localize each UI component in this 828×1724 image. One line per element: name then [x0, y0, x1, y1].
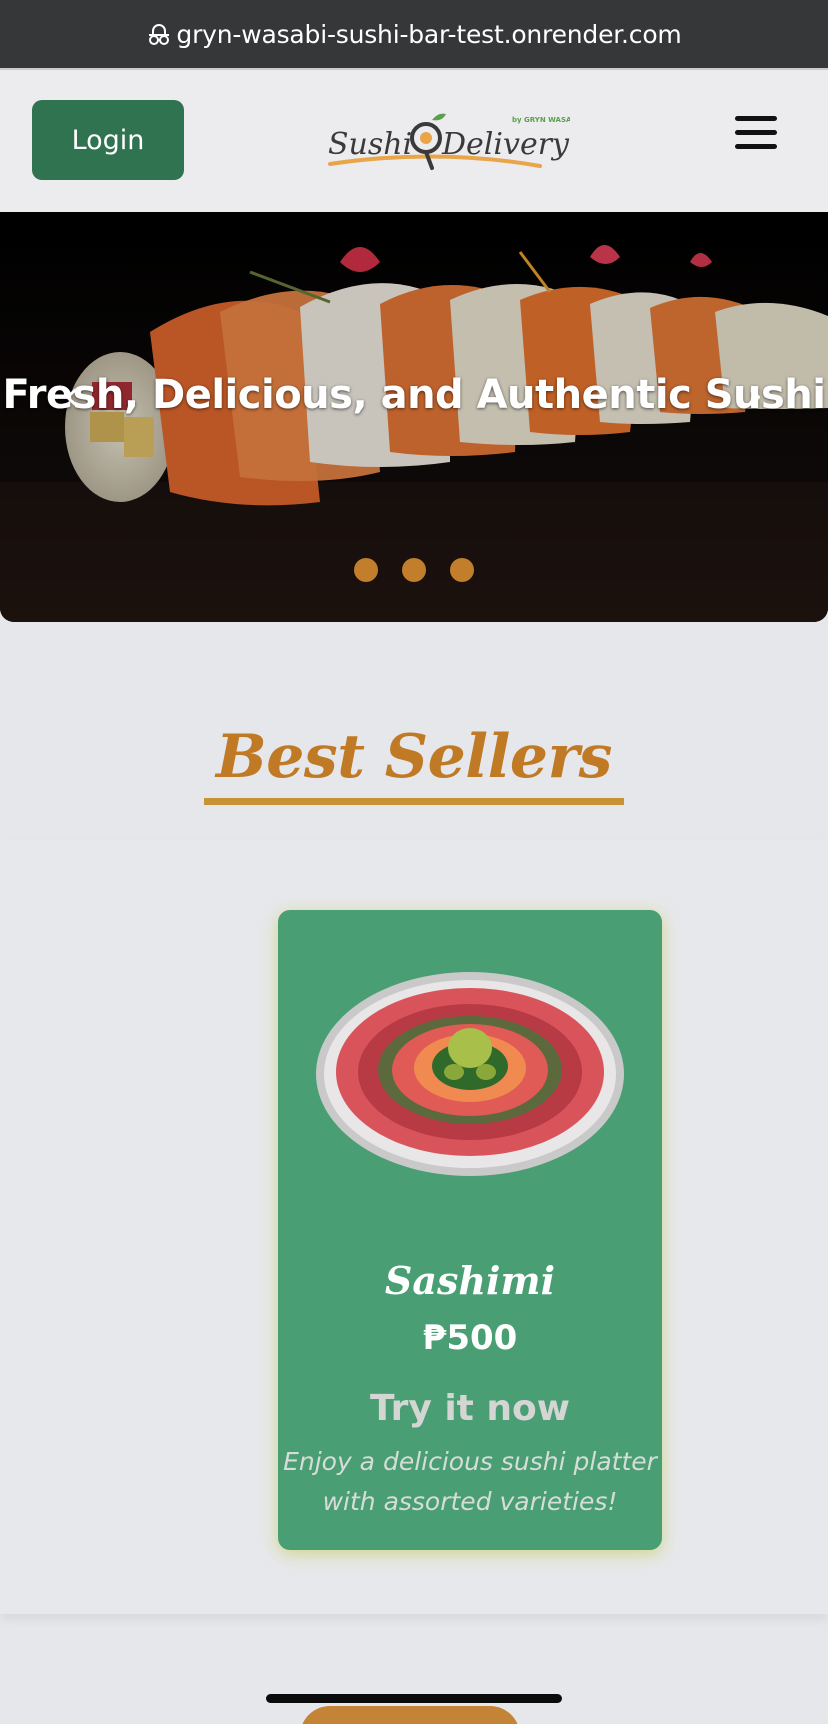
- browser-url-bar[interactable]: gryn-wasabi-sushi-bar-test.onrender.com: [0, 0, 828, 68]
- hero-title: Fresh, Delicious, and Authentic Sushi: [2, 372, 826, 418]
- hamburger-menu-icon[interactable]: [730, 116, 782, 164]
- logo-byline: by GRYN WASABI: [512, 116, 570, 124]
- site-header: Login Sushi Delivery by GRYN WASABI: [0, 70, 828, 212]
- chevron-left-icon[interactable]: ‹: [56, 374, 86, 418]
- carousel-dot-3[interactable]: [450, 558, 474, 582]
- incognito-lock-icon: [149, 24, 170, 45]
- product-card-sashimi[interactable]: Sashimi ₱500 Try it now Enjoy a deliciou…: [278, 910, 662, 1550]
- sushi-delivery-logo[interactable]: Sushi Delivery by GRYN WASABI: [326, 104, 570, 178]
- sashimi-platter-image: [316, 972, 624, 1176]
- logo-wordmark-right: Delivery: [441, 127, 570, 162]
- best-sellers-title: Best Sellers: [216, 722, 612, 792]
- product-name: Sashimi: [384, 1258, 556, 1303]
- menu-line: [735, 116, 777, 121]
- carousel-dot-2[interactable]: [402, 558, 426, 582]
- chevron-right-icon[interactable]: ›: [740, 374, 770, 418]
- next-section-title-peek: [300, 1700, 540, 1724]
- title-underline: [204, 798, 624, 805]
- carousel-indicators: [0, 558, 828, 582]
- product-price: ₱500: [422, 1318, 518, 1358]
- home-indicator[interactable]: [266, 1694, 562, 1703]
- login-button[interactable]: Login: [32, 100, 184, 180]
- logo-wordmark-left: Sushi: [328, 127, 412, 162]
- url-text: gryn-wasabi-sushi-bar-test.onrender.com: [176, 19, 682, 49]
- product-description: Enjoy a delicious sushi platter with ass…: [283, 1447, 657, 1516]
- menu-line: [735, 144, 777, 149]
- carousel-dot-1[interactable]: [354, 558, 378, 582]
- menu-line: [735, 130, 777, 135]
- try-it-now-button[interactable]: Try it now: [278, 1388, 662, 1429]
- hero-carousel[interactable]: Fresh, Delicious, and Authentic Sushi ‹ …: [0, 212, 828, 622]
